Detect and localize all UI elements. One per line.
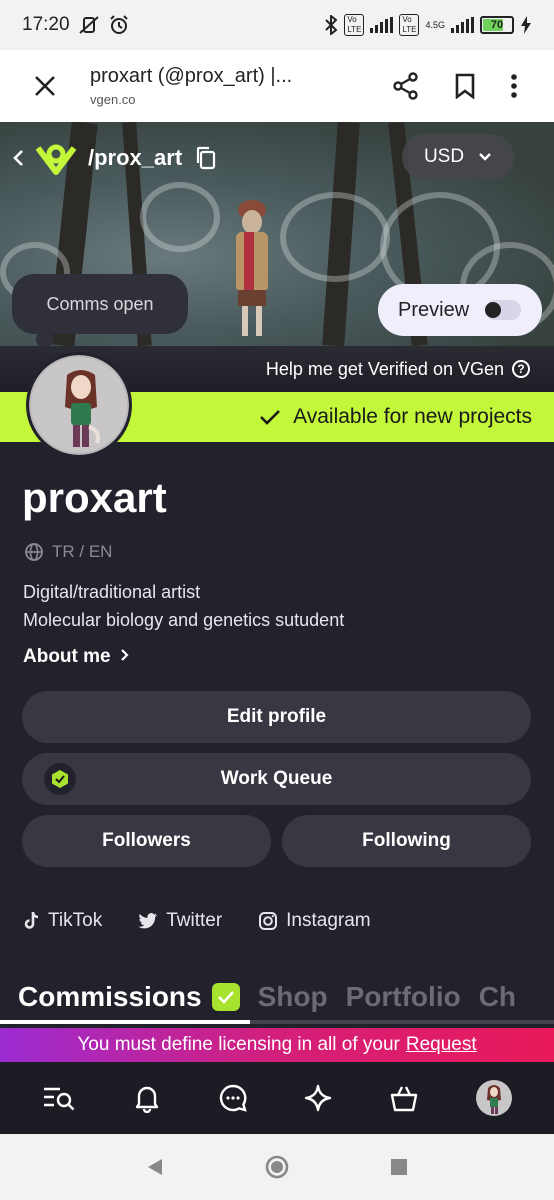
- tab-commissions-label: Commissions: [18, 981, 202, 1012]
- preview-toggle[interactable]: Preview: [378, 284, 542, 336]
- page-title: proxart (@prox_art) |...: [90, 65, 293, 87]
- work-queue-label: Work Queue: [220, 768, 333, 789]
- following-label: Following: [362, 830, 451, 851]
- tab-commissions[interactable]: Commissions: [18, 981, 240, 1013]
- preview-label: Preview: [398, 298, 470, 321]
- edit-profile-label: Edit profile: [226, 706, 327, 727]
- verify-text: Help me get Verified on VGen: [265, 358, 504, 379]
- home-circle-icon[interactable]: [264, 1154, 290, 1180]
- status-time: 17:20: [22, 14, 70, 35]
- tab-more[interactable]: Ch: [479, 981, 516, 1013]
- about-me-label: About me: [23, 646, 111, 667]
- social-links: TikTok Twitter Instagram: [24, 910, 371, 932]
- more-vert-icon[interactable]: [510, 73, 518, 99]
- tab-portfolio[interactable]: Portfolio: [346, 981, 461, 1013]
- charging-icon: [521, 16, 531, 34]
- volte-icon-2: Vo LTE: [399, 14, 420, 36]
- page-url: vgen.co: [90, 92, 136, 107]
- licensing-notice[interactable]: You must define licensing in all of your…: [0, 1028, 554, 1062]
- toggle-switch[interactable]: [485, 300, 522, 320]
- vibrate-off-icon: [78, 16, 99, 34]
- browser-bar: proxart (@prox_art) |... vgen.co: [0, 50, 554, 122]
- alarm-icon: [109, 15, 128, 34]
- chat-icon[interactable]: [218, 1083, 248, 1113]
- avatar[interactable]: [26, 352, 132, 458]
- followers-button[interactable]: Followers: [22, 815, 271, 867]
- signal-icon: [370, 17, 394, 33]
- notice-link[interactable]: Request: [406, 1034, 477, 1056]
- following-button[interactable]: Following: [282, 815, 531, 867]
- banner-character-illustration: [236, 200, 268, 336]
- twitter-link[interactable]: Twitter: [138, 910, 222, 932]
- avatar-illustration: [65, 370, 100, 447]
- twitter-icon: [138, 913, 158, 929]
- chevron-right-icon: [121, 649, 129, 661]
- back-button[interactable]: [12, 143, 24, 174]
- currency-selector[interactable]: USD: [402, 134, 514, 180]
- bio-line-1: Digital/traditional artist: [23, 582, 201, 602]
- shopping-bag-icon[interactable]: [389, 1084, 419, 1112]
- tiktok-label: TikTok: [48, 910, 103, 931]
- status-bar: 17:20 Vo LTE Vo LTE 4.5G 70: [0, 0, 554, 50]
- share-icon[interactable]: [392, 72, 420, 100]
- vgen-logo-icon[interactable]: [34, 140, 78, 176]
- availability-text: Available for new projects: [293, 405, 532, 428]
- volte-icon: Vo LTE: [344, 14, 365, 36]
- verified-check-icon: [211, 983, 240, 1011]
- network-type: 4.5G: [425, 20, 445, 30]
- bluetooth-icon: [325, 15, 338, 35]
- profile-avatar-nav[interactable]: [475, 1080, 512, 1116]
- about-me-link[interactable]: About me: [23, 646, 130, 668]
- followers-label: Followers: [102, 830, 191, 851]
- instagram-icon: [259, 912, 278, 930]
- languages: TR / EN: [24, 542, 112, 562]
- globe-icon: [25, 543, 43, 561]
- help-icon[interactable]: ?: [512, 360, 530, 378]
- bio-line-2: Molecular biology and genetics sutudent: [23, 610, 345, 630]
- languages-text: TR / EN: [52, 542, 113, 561]
- bookmark-icon[interactable]: [454, 73, 476, 99]
- close-icon: [35, 76, 55, 96]
- bell-icon[interactable]: [133, 1083, 161, 1113]
- comms-status-bubble: Comms open: [12, 274, 188, 334]
- checkmark-icon: [260, 410, 281, 425]
- profile-slug: /prox_art: [88, 145, 183, 170]
- twitter-label: Twitter: [166, 910, 223, 931]
- signal-icon-2: [451, 17, 474, 33]
- profile-name: proxart: [22, 474, 167, 521]
- tab-shop[interactable]: Shop: [258, 981, 328, 1013]
- copy-icon[interactable]: [194, 146, 216, 170]
- currency-label: USD: [423, 146, 465, 167]
- work-queue-button[interactable]: Work Queue: [22, 753, 531, 805]
- browse-search-icon[interactable]: [42, 1084, 76, 1112]
- instagram-link[interactable]: Instagram: [258, 910, 371, 932]
- recents-square-icon[interactable]: [390, 1158, 408, 1176]
- back-triangle-icon[interactable]: [146, 1157, 164, 1177]
- bottom-navigation: [0, 1062, 554, 1134]
- notice-text: You must define licensing in all of your: [77, 1034, 400, 1055]
- tiktok-icon: [24, 911, 39, 929]
- system-navigation-bar: [0, 1134, 554, 1200]
- work-queue-badge-icon: [44, 763, 76, 795]
- chevron-down-icon: [479, 153, 491, 161]
- edit-profile-button[interactable]: Edit profile: [22, 691, 531, 743]
- close-tab-button[interactable]: [0, 75, 90, 97]
- comms-status-text: Comms open: [46, 293, 154, 314]
- tiktok-link[interactable]: TikTok: [24, 910, 102, 932]
- battery-icon: 70: [480, 16, 514, 34]
- chevron-left-icon: [13, 149, 23, 166]
- instagram-label: Instagram: [286, 910, 371, 931]
- tab-underline: [0, 1020, 554, 1024]
- sparkle-icon[interactable]: [304, 1084, 332, 1112]
- profile-tabs: Commissions Shop Portfolio Ch: [0, 970, 554, 1024]
